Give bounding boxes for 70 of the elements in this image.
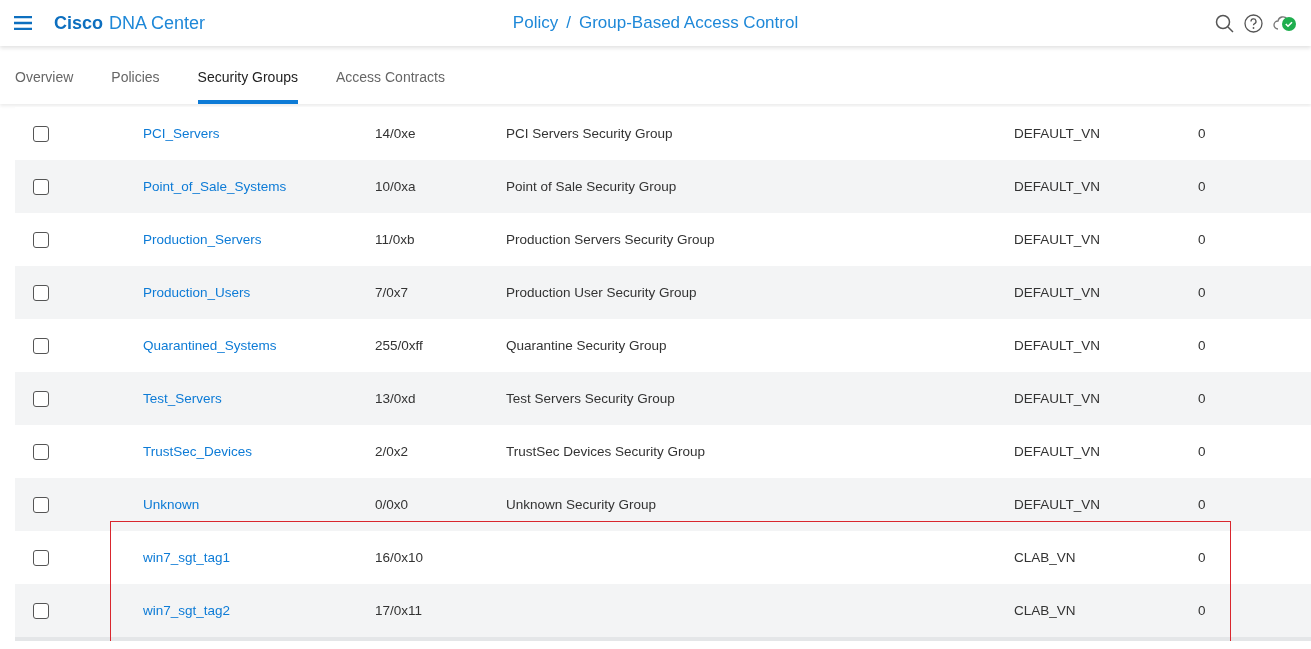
group-name-link[interactable]: Production_Users bbox=[143, 285, 251, 300]
virtual-network-cell: DEFAULT_VN bbox=[1014, 232, 1101, 247]
group-name-link[interactable]: Test_Servers bbox=[143, 391, 222, 406]
row-checkbox[interactable] bbox=[33, 549, 49, 566]
breadcrumb-separator: / bbox=[566, 13, 571, 33]
row-checkbox[interactable] bbox=[33, 390, 49, 407]
count-cell: 0 bbox=[1198, 550, 1206, 565]
cloud-status-icon[interactable] bbox=[1273, 14, 1297, 32]
group-name-link[interactable]: Production_Servers bbox=[143, 232, 262, 247]
help-icon[interactable] bbox=[1244, 13, 1263, 33]
row-checkbox[interactable] bbox=[33, 125, 49, 142]
group-name-link[interactable]: Point_of_Sale_Systems bbox=[143, 179, 287, 194]
tab[interactable]: Policies bbox=[111, 50, 160, 104]
tab[interactable]: Access Contracts bbox=[336, 50, 445, 104]
search-icon[interactable] bbox=[1215, 13, 1234, 33]
product-name: DNA Center bbox=[109, 12, 206, 34]
brand-name: Cisco bbox=[54, 12, 104, 34]
tag-cell: 14/0xe bbox=[375, 126, 416, 141]
breadcrumb-item: Group-Based Access Control bbox=[578, 13, 799, 33]
tag-cell: 2/0x2 bbox=[375, 444, 409, 459]
tag-cell: 11/0xb bbox=[375, 232, 415, 247]
breadcrumb-item: Policy bbox=[512, 13, 559, 33]
count-cell: 0 bbox=[1198, 497, 1206, 512]
count-cell: 0 bbox=[1198, 179, 1206, 194]
group-name-link[interactable]: TrustSec_Devices bbox=[143, 444, 253, 459]
group-name-link[interactable]: win7_sgt_tag1 bbox=[143, 550, 231, 565]
tag-cell: 16/0x10 bbox=[375, 550, 424, 565]
tag-cell: 0/0x0 bbox=[375, 497, 409, 512]
count-cell: 0 bbox=[1198, 285, 1206, 300]
row-checkbox[interactable] bbox=[33, 496, 49, 513]
group-name-link[interactable]: PCI_Servers bbox=[143, 126, 220, 141]
group-name-link[interactable]: win7_sgt_tag2 bbox=[143, 603, 231, 618]
virtual-network-cell: DEFAULT_VN bbox=[1014, 497, 1101, 512]
tag-cell: 7/0x7 bbox=[375, 285, 409, 300]
count-cell: 0 bbox=[1198, 338, 1206, 353]
count-cell: 0 bbox=[1198, 603, 1206, 618]
group-name-link[interactable]: Quarantined_Systems bbox=[143, 338, 277, 353]
row-checkbox[interactable] bbox=[33, 178, 49, 195]
tag-cell: 10/0xa bbox=[375, 179, 416, 194]
description-cell: TrustSec Devices Security Group bbox=[506, 444, 706, 459]
virtual-network-cell: DEFAULT_VN bbox=[1014, 391, 1101, 406]
group-name-link[interactable]: Unknown bbox=[143, 497, 200, 512]
count-cell: 0 bbox=[1198, 444, 1206, 459]
description-cell: Point of Sale Security Group bbox=[506, 179, 677, 194]
row-checkbox[interactable] bbox=[33, 284, 49, 301]
row-checkbox[interactable] bbox=[33, 443, 49, 460]
description-cell: Quarantine Security Group bbox=[506, 338, 667, 353]
menu-icon[interactable] bbox=[14, 16, 32, 30]
count-cell: 0 bbox=[1198, 126, 1206, 141]
tag-cell: 17/0x11 bbox=[375, 603, 423, 618]
virtual-network-cell: CLAB_VN bbox=[1014, 550, 1076, 565]
description-cell: Production User Security Group bbox=[506, 285, 697, 300]
virtual-network-cell: DEFAULT_VN bbox=[1014, 338, 1101, 353]
description-cell: Test Servers Security Group bbox=[506, 391, 675, 406]
count-cell: 0 bbox=[1198, 391, 1206, 406]
virtual-network-cell: DEFAULT_VN bbox=[1014, 444, 1101, 459]
row-checkbox[interactable] bbox=[33, 337, 49, 354]
row-checkbox[interactable] bbox=[33, 602, 49, 619]
description-cell: Production Servers Security Group bbox=[506, 232, 715, 247]
description-cell: Unknown Security Group bbox=[506, 497, 657, 512]
row-checkbox[interactable] bbox=[33, 231, 49, 248]
virtual-network-cell: CLAB_VN bbox=[1014, 603, 1076, 618]
virtual-network-cell: DEFAULT_VN bbox=[1014, 285, 1101, 300]
count-cell: 0 bbox=[1198, 232, 1206, 247]
description-cell: PCI Servers Security Group bbox=[506, 126, 673, 141]
virtual-network-cell: DEFAULT_VN bbox=[1014, 179, 1101, 194]
tag-cell: 255/0xff bbox=[375, 338, 423, 353]
tag-cell: 13/0xd bbox=[375, 391, 416, 406]
tab[interactable]: Overview bbox=[15, 50, 74, 104]
virtual-network-cell: DEFAULT_VN bbox=[1014, 126, 1101, 141]
